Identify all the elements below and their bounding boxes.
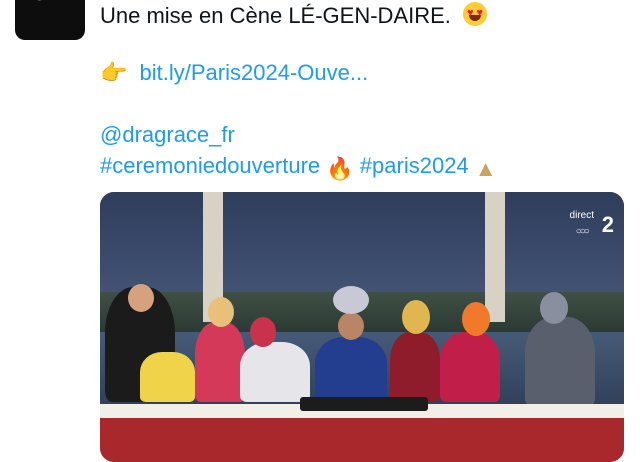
channel-direct-label: direct [569,210,594,221]
performer-2-head [208,297,234,327]
performer-5 [525,317,595,407]
performer-child [140,352,195,402]
performer-silver [240,342,310,402]
channel-number: 2 [601,212,614,237]
tweet-media-image[interactable]: direct ○○○ 2 [100,192,624,462]
performer-1-head [128,284,154,312]
performer-2 [195,322,245,402]
performer-3 [390,332,440,402]
hashtag-ceremonie[interactable]: #ceremoniedouverture [100,153,320,178]
hashtag-paris2024[interactable]: #paris2024 [360,153,469,178]
tweet-link-line: 👉 bit.ly/Paris2024-Ouve... [100,60,368,86]
avatar-logo: tv [33,0,59,8]
performer-center-head [338,312,364,340]
channel-watermark: direct ○○○ 2 [569,210,614,239]
performer-5-head [540,292,568,324]
heart-eyes-emoji: ♥ ♥ [463,2,488,26]
mention-link[interactable]: @dragrace_fr [100,122,235,147]
performer-silver-head [250,317,276,347]
performer-3-head [402,300,430,334]
eiffel-tower-emoji: ▲ [474,156,497,181]
pointing-hand-emoji: 👉 [100,60,128,85]
dj-deck [300,397,428,411]
tweet-hashtags-line: #ceremoniedouverture 🔥 #paris2024 ▲ [100,153,497,182]
olympic-rings-icon: ○○○ [575,226,590,237]
performer-center [315,337,387,402]
olympic-flame-emoji: 🔥 [326,156,354,181]
bridge-pillar-right [485,192,505,322]
performer-4-head [462,302,490,336]
performer-4 [440,332,500,402]
tweet-text-line1: Une mise en Cène LÉ-GEN-DAIRE. ♥ ♥ [100,2,488,29]
banquet-table [100,404,624,462]
tweet-mention-line: @dragrace_fr [100,122,235,148]
tweet-link[interactable]: bit.ly/Paris2024-Ouve... [140,60,369,85]
account-avatar[interactable]: tv [15,0,85,40]
tweet-sentence: Une mise en Cène LÉ-GEN-DAIRE. [100,3,451,28]
silver-headdress [333,286,369,314]
